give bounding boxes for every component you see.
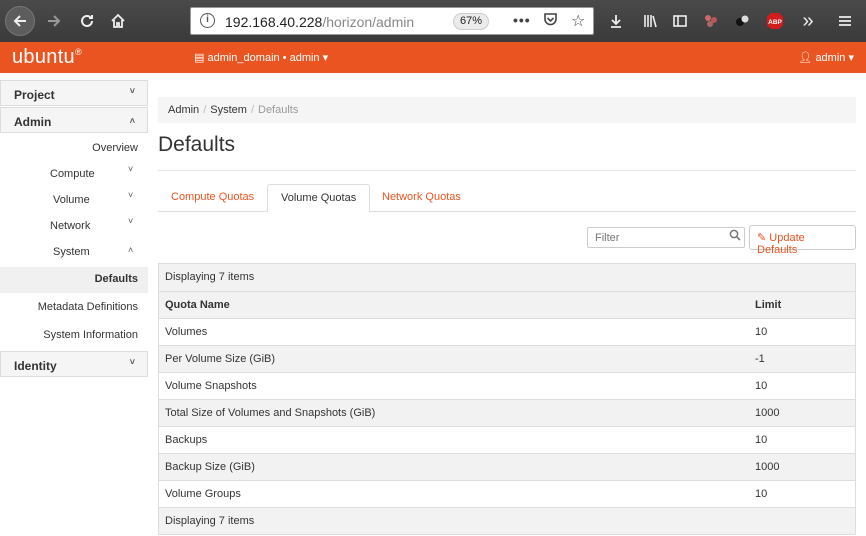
pocket-icon[interactable] bbox=[543, 12, 558, 30]
chevron-up-icon: ˄ bbox=[129, 116, 135, 126]
table-row: Per Volume Size (GiB) -1 bbox=[159, 345, 855, 372]
chevron-down-icon: ˅ bbox=[128, 216, 134, 226]
domain-project-label: admin_domain • admin bbox=[207, 52, 320, 64]
svg-text:ABP: ABP bbox=[768, 19, 782, 26]
tab-volume-quotas[interactable]: Volume Quotas bbox=[267, 184, 371, 213]
chevron-down-icon: ˅ bbox=[129, 86, 135, 96]
table-row: Total Size of Volumes and Snapshots (GiB… bbox=[159, 399, 855, 426]
page-actions-icon[interactable]: ••• bbox=[513, 12, 531, 28]
filter-input[interactable] bbox=[587, 227, 745, 248]
update-defaults-button[interactable]: ✎ Update Defaults bbox=[749, 225, 856, 256]
quota-name-cell: Volumes bbox=[165, 326, 208, 338]
column-header-limit[interactable]: Limit bbox=[755, 299, 781, 311]
limit-cell: 10 bbox=[755, 434, 768, 446]
column-header-quota-name[interactable]: Quota Name bbox=[165, 299, 230, 311]
quota-tabs: Compute Quotas Volume Quotas Network Quo… bbox=[158, 184, 856, 213]
quota-name-cell: Volume Groups bbox=[165, 488, 241, 500]
bookmark-star-icon[interactable]: ☆ bbox=[571, 11, 585, 31]
info-icon[interactable]: i bbox=[200, 13, 215, 28]
table-row: Backup Size (GiB) 1000 bbox=[159, 453, 855, 480]
table-row: Volume Snapshots 10 bbox=[159, 372, 855, 399]
quota-name-cell: Backups bbox=[165, 434, 208, 446]
sidebar-group-compute[interactable]: Compute bbox=[50, 168, 95, 180]
limit-cell: 10 bbox=[755, 380, 768, 392]
title-divider bbox=[158, 170, 856, 171]
adblock-icon[interactable]: ABP bbox=[762, 8, 788, 34]
library-icon[interactable] bbox=[638, 8, 664, 34]
sidebar-item-overview[interactable]: Overview bbox=[92, 142, 138, 154]
item-count: Displaying 7 items bbox=[165, 271, 255, 283]
domain-project-selector[interactable]: ▤ admin_domain • admin ▾ bbox=[194, 51, 328, 64]
sidebar-project-label: Project bbox=[14, 88, 55, 102]
hamburger-menu-icon[interactable] bbox=[832, 8, 858, 34]
sidebar-admin-header[interactable]: Admin ˄ bbox=[0, 107, 148, 133]
table-row: Volume Groups 10 bbox=[159, 480, 855, 507]
breadcrumb: Admin / System / Defaults bbox=[158, 97, 856, 123]
table-header-row: Quota Name Limit bbox=[159, 291, 855, 318]
pencil-icon: ✎ bbox=[757, 232, 767, 244]
table-footer-row: Displaying 7 items bbox=[159, 507, 855, 534]
sidebar-group-volume[interactable]: Volume bbox=[53, 194, 90, 206]
tab-compute-quotas[interactable]: Compute Quotas bbox=[158, 184, 267, 213]
browser-toolbar: i 192.168.40.228/horizon/admin 67% ••• ☆… bbox=[0, 0, 866, 42]
sidebar-identity-label: Identity bbox=[14, 359, 57, 373]
chevron-up-icon: ˄ bbox=[128, 245, 134, 255]
sidebar-toggle-icon[interactable] bbox=[667, 8, 693, 34]
user-name: admin bbox=[815, 52, 846, 64]
table-row: Backups 10 bbox=[159, 426, 855, 453]
top-navbar: ubuntu® ▤ admin_domain • admin ▾ 👤︎ admi… bbox=[0, 42, 866, 73]
sidebar-identity-header[interactable]: Identity ˅ bbox=[0, 351, 148, 377]
chevron-down-icon: ˅ bbox=[128, 164, 134, 174]
caret-down-icon: ▾ bbox=[848, 52, 854, 64]
table-count-row: Displaying 7 items bbox=[159, 264, 855, 291]
sidebar-item-defaults[interactable]: Defaults bbox=[95, 273, 138, 285]
quota-name-cell: Total Size of Volumes and Snapshots (GiB… bbox=[165, 407, 376, 419]
sidebar: Project ˅ Admin ˄ Overview Compute ˅ Vol… bbox=[0, 73, 148, 536]
back-arrow-icon[interactable] bbox=[5, 6, 35, 36]
zoom-level-badge[interactable]: 67% bbox=[453, 13, 489, 30]
sidebar-group-system[interactable]: System bbox=[53, 246, 90, 258]
extension-balls-icon[interactable] bbox=[729, 8, 755, 34]
overflow-chevron-icon[interactable]: » bbox=[795, 8, 821, 34]
sidebar-item-metadata-definitions[interactable]: Metadata Definitions bbox=[38, 301, 138, 313]
caret-down-icon: ▾ bbox=[322, 52, 329, 64]
tab-network-quotas[interactable]: Network Quotas bbox=[369, 184, 474, 213]
home-icon[interactable] bbox=[105, 8, 131, 34]
limit-cell: 10 bbox=[755, 488, 768, 500]
limit-cell: 1000 bbox=[755, 407, 780, 419]
download-icon[interactable] bbox=[603, 8, 629, 34]
breadcrumb-defaults: Defaults bbox=[258, 104, 299, 116]
url-bar[interactable]: i 192.168.40.228/horizon/admin 67% ••• ☆ bbox=[190, 7, 594, 35]
breadcrumb-admin[interactable]: Admin bbox=[168, 104, 199, 116]
sidebar-group-network[interactable]: Network bbox=[50, 220, 90, 232]
user-menu[interactable]: 👤︎ admin ▾ bbox=[798, 51, 854, 64]
page-title: Defaults bbox=[158, 133, 236, 156]
quota-name-cell: Backup Size (GiB) bbox=[165, 461, 255, 473]
chevron-down-icon: ˅ bbox=[129, 357, 135, 367]
reload-icon[interactable] bbox=[74, 8, 100, 34]
sidebar-item-system-information[interactable]: System Information bbox=[43, 329, 138, 341]
user-icon: 👤︎ bbox=[798, 52, 813, 64]
table-row: Volumes 10 bbox=[159, 318, 855, 345]
breadcrumb-system[interactable]: System bbox=[210, 104, 247, 116]
quota-name-cell: Volume Snapshots bbox=[165, 380, 257, 392]
project-menu-icon: ▤ bbox=[194, 52, 205, 64]
limit-cell: 10 bbox=[755, 326, 768, 338]
quota-name-cell: Per Volume Size (GiB) bbox=[165, 353, 276, 365]
search-icon[interactable] bbox=[729, 229, 741, 244]
sidebar-project-header[interactable]: Project ˅ bbox=[0, 80, 148, 106]
item-count-footer: Displaying 7 items bbox=[165, 515, 255, 527]
chevron-down-icon: ˅ bbox=[128, 190, 134, 200]
extension-dots-icon[interactable] bbox=[698, 8, 724, 34]
ubuntu-logo[interactable]: ubuntu® bbox=[12, 46, 82, 69]
quota-table: Displaying 7 items Quota Name Limit Volu… bbox=[158, 263, 856, 535]
sidebar-admin-label: Admin bbox=[14, 115, 52, 129]
url-text[interactable]: 192.168.40.228/horizon/admin bbox=[225, 14, 439, 30]
limit-cell: 1000 bbox=[755, 461, 780, 473]
limit-cell: -1 bbox=[755, 353, 765, 365]
forward-arrow-icon[interactable] bbox=[41, 8, 67, 34]
